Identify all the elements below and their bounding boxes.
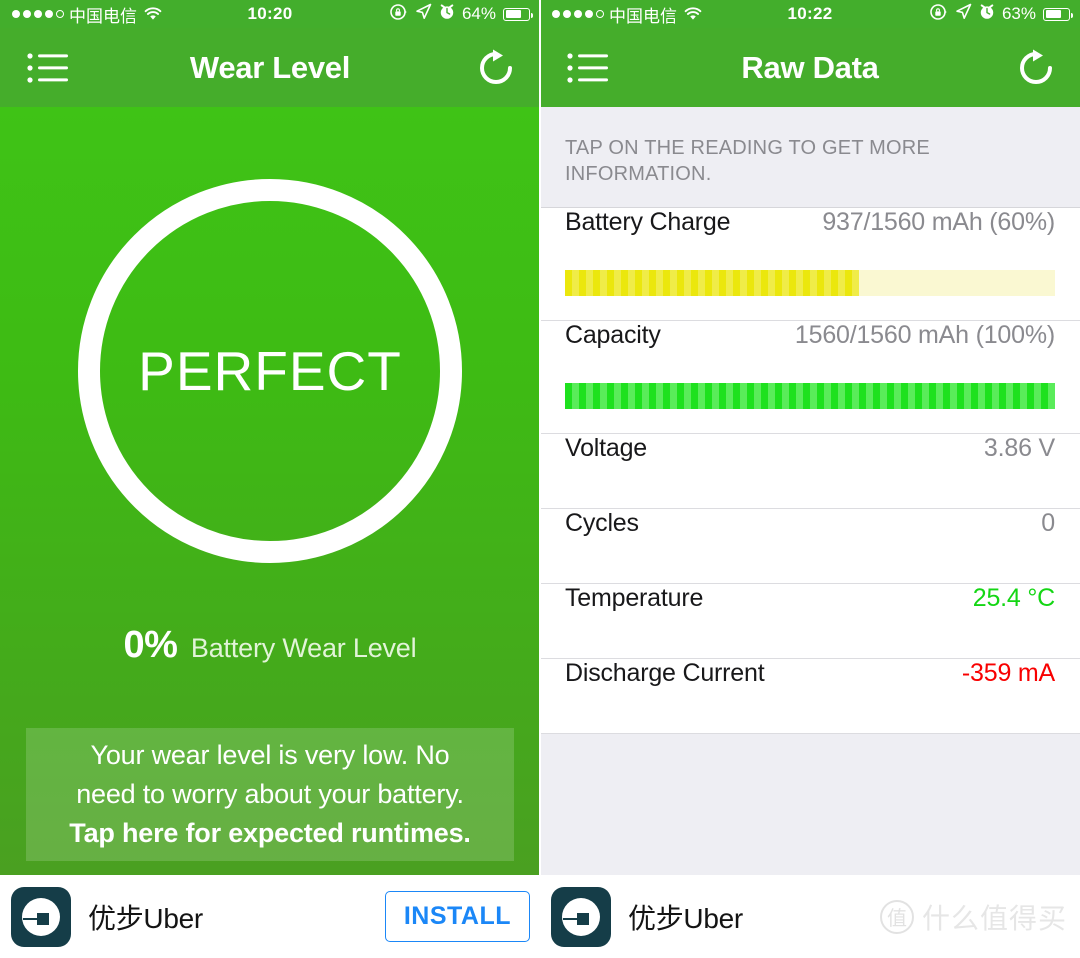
banner-line-3: Tap here for expected runtimes.	[69, 818, 471, 848]
wear-level-readout: 0% Battery Wear Level	[0, 624, 540, 667]
ad-app-name: 优步Uber	[628, 902, 743, 934]
screenshot-root: 中国电信 10:20 64% Wear Level PERFECT 0% Bat…	[0, 0, 1080, 958]
wear-level-body: PERFECT 0% Battery Wear Level Your wear …	[0, 107, 540, 875]
progress-fill	[565, 383, 1055, 409]
row-head: Voltage 3.86 V	[565, 434, 1055, 508]
nav-bar-left: Wear Level	[0, 28, 540, 107]
reading-label: Discharge Current	[565, 659, 765, 687]
reading-label: Cycles	[565, 509, 639, 537]
ad-banner: 优步Uber INSTALL 优步Uber 值 什么值得买	[0, 875, 1080, 958]
wear-level-caption: Battery Wear Level	[190, 633, 417, 663]
status-bar-left: 中国电信 10:20 64%	[0, 0, 540, 28]
hint-text: TAP ON THE READING TO GET MORE INFORMATI…	[565, 137, 930, 185]
reading-value: -359 mA	[961, 659, 1055, 687]
reading-row-capacity[interactable]: Capacity 1560/1560 mAh (100%)	[540, 321, 1080, 434]
raw-data-screen: 中国电信 10:22 63% Raw Data TAP ON THE READI…	[540, 0, 1080, 875]
reading-label: Voltage	[565, 434, 648, 462]
clock-label: 10:20	[247, 4, 293, 23]
reading-label: Battery Charge	[565, 208, 731, 236]
banner-line-2: need to worry about your battery.	[76, 779, 464, 809]
reading-label: Capacity	[565, 321, 661, 349]
reading-row-voltage[interactable]: Voltage 3.86 V	[540, 434, 1080, 509]
status-bar-right: 中国电信 10:22 63%	[540, 0, 1080, 28]
battery-icon	[1043, 7, 1073, 21]
wear-level-dial[interactable]: PERFECT	[78, 179, 462, 563]
banner-line-1: Your wear level is very low. No	[90, 740, 450, 770]
wear-level-percent: 0%	[123, 624, 178, 666]
refresh-icon[interactable]	[1014, 46, 1058, 90]
progress-fill	[565, 270, 859, 296]
list-menu-icon[interactable]	[26, 51, 70, 85]
wear-level-status-label: PERFECT	[138, 340, 402, 402]
reading-value: 25.4 °C	[972, 584, 1055, 612]
row-head: Capacity 1560/1560 mAh (100%)	[565, 321, 1055, 383]
ad-banner-right[interactable]: 优步Uber 值 什么值得买	[540, 875, 1080, 958]
reading-row-cycles[interactable]: Cycles 0	[540, 509, 1080, 584]
reading-value: 0	[1041, 509, 1055, 537]
clock-label: 10:22	[787, 4, 833, 23]
site-watermark: 值 什么值得买	[879, 897, 1067, 937]
list-menu-icon[interactable]	[566, 51, 610, 85]
ad-app-name: 优步Uber	[88, 902, 203, 934]
install-button[interactable]: INSTALL	[384, 891, 530, 942]
uber-app-icon	[11, 886, 71, 947]
watermark-text: 什么值得买	[921, 902, 1067, 934]
readings-list: Battery Charge 937/1560 mAh (60%) Capaci…	[540, 207, 1080, 734]
expected-runtimes-banner[interactable]: Your wear level is very low. No need to …	[26, 728, 514, 861]
refresh-icon[interactable]	[474, 46, 518, 90]
reading-value: 937/1560 mAh (60%)	[822, 208, 1055, 236]
wear-level-screen: 中国电信 10:20 64% Wear Level PERFECT 0% Bat…	[0, 0, 540, 875]
reading-value: 3.86 V	[983, 434, 1055, 462]
row-head: Battery Charge 937/1560 mAh (60%)	[565, 208, 1055, 270]
raw-data-body: TAP ON THE READING TO GET MORE INFORMATI…	[540, 107, 1080, 875]
battery-charge-progress-bar	[565, 270, 1055, 296]
watermark-badge: 值	[879, 899, 914, 934]
row-head: Cycles 0	[565, 509, 1055, 583]
panel-divider	[539, 0, 541, 875]
reading-row-discharge-current[interactable]: Discharge Current -359 mA	[540, 659, 1080, 734]
nav-bar-right: Raw Data	[540, 28, 1080, 107]
page-title: Raw Data	[741, 49, 879, 85]
page-title: Wear Level	[189, 49, 351, 85]
reading-row-battery-charge[interactable]: Battery Charge 937/1560 mAh (60%)	[540, 208, 1080, 321]
reading-row-temperature[interactable]: Temperature 25.4 °C	[540, 584, 1080, 659]
battery-icon	[503, 7, 533, 21]
reading-label: Temperature	[565, 584, 704, 612]
reading-value: 1560/1560 mAh (100%)	[794, 321, 1055, 349]
uber-app-icon	[551, 886, 611, 947]
row-head: Temperature 25.4 °C	[565, 584, 1055, 658]
ad-banner-left[interactable]: 优步Uber INSTALL	[0, 875, 540, 958]
row-head: Discharge Current -359 mA	[565, 659, 1055, 733]
capacity-progress-bar	[565, 383, 1055, 409]
